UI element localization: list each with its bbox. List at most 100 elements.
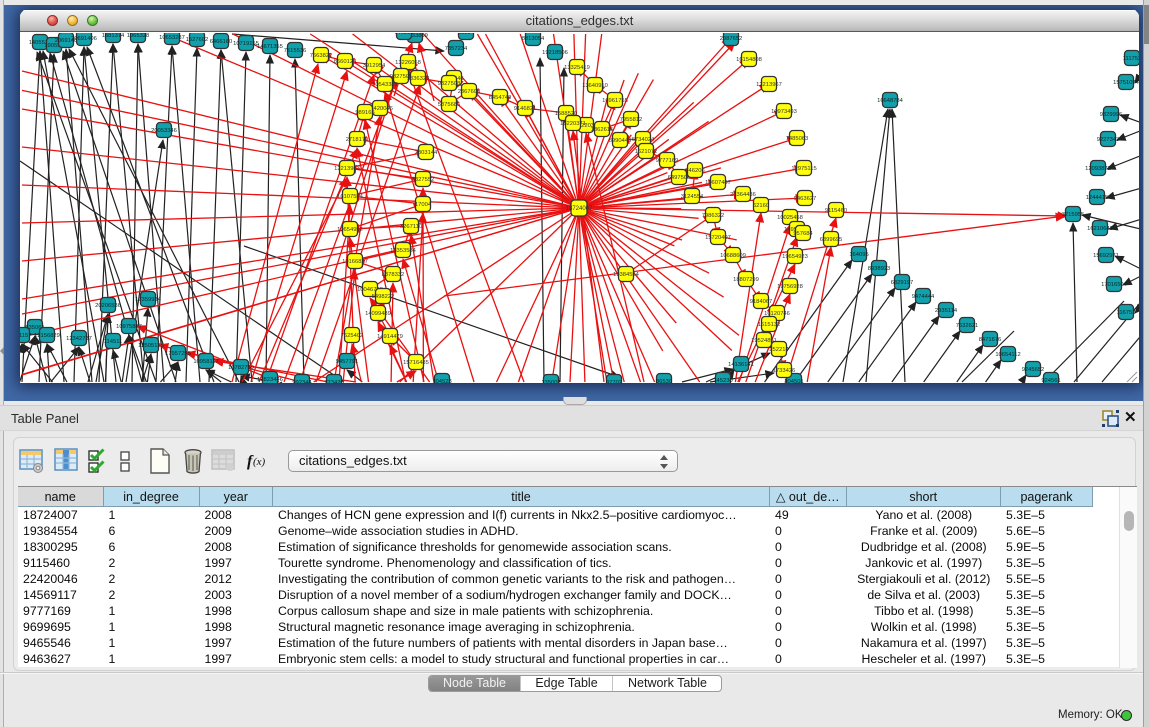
svg-text:7357234: 7357234 [445, 46, 468, 52]
svg-text:4827552: 4827552 [412, 177, 435, 183]
svg-text:12823446: 12823446 [257, 377, 283, 383]
svg-text:145230: 145230 [713, 378, 732, 383]
svg-text:6829197: 6829197 [891, 280, 914, 286]
svg-text:9245652: 9245652 [1022, 367, 1045, 373]
svg-text:924561: 924561 [1041, 378, 1060, 383]
svg-text:20691406: 20691406 [71, 36, 97, 42]
svg-text:17359934: 17359934 [135, 297, 162, 303]
svg-text:7632621: 7632621 [956, 323, 979, 329]
svg-text:7986322: 7986322 [702, 213, 725, 219]
svg-text:13226058: 13226058 [395, 60, 421, 66]
svg-text:19654952: 19654952 [337, 227, 363, 233]
svg-text:18724007: 18724007 [566, 206, 593, 212]
svg-text:104523: 104523 [432, 379, 451, 383]
svg-text:9115460: 9115460 [825, 208, 847, 214]
svg-text:16782759: 16782759 [228, 365, 254, 371]
svg-text:12213967: 12213967 [756, 82, 782, 88]
svg-text:1881374: 1881374 [102, 33, 125, 39]
svg-text:97702: 97702 [606, 380, 622, 383]
svg-text:5875685: 5875685 [438, 102, 461, 108]
svg-text:12342737: 12342737 [66, 336, 92, 342]
svg-text:18220371: 18220371 [560, 121, 586, 127]
svg-text:17016504: 17016504 [1101, 282, 1128, 288]
svg-text:9227343: 9227343 [1097, 137, 1120, 143]
svg-text:5498222: 5498222 [372, 294, 395, 300]
svg-text:10958117: 10958117 [193, 359, 218, 365]
svg-text:6466160: 6466160 [210, 39, 233, 45]
svg-text:12213963: 12213963 [334, 166, 360, 172]
svg-text:10654112: 10654112 [995, 352, 1020, 358]
svg-text:17004: 17004 [415, 202, 432, 208]
svg-text:7485063: 7485063 [786, 136, 809, 142]
svg-text:10653287: 10653287 [159, 35, 185, 41]
svg-text:9184067: 9184067 [750, 299, 773, 305]
svg-text:111753: 111753 [1123, 56, 1139, 62]
svg-text:19756928: 19756928 [777, 284, 803, 290]
svg-text:9474444: 9474444 [912, 294, 935, 300]
svg-text:7625402: 7625402 [341, 333, 364, 339]
svg-text:14914479: 14914479 [377, 334, 403, 340]
svg-text:20053346: 20053346 [151, 128, 177, 134]
svg-text:12975115: 12975115 [791, 166, 816, 172]
svg-text:8454749: 8454749 [489, 95, 512, 101]
svg-text:15692971: 15692971 [1093, 253, 1119, 259]
svg-text:1362615: 1362615 [591, 127, 614, 133]
svg-text:2087652: 2087652 [720, 36, 743, 42]
svg-text:10975887: 10975887 [116, 324, 142, 330]
svg-text:746206: 746206 [685, 168, 704, 174]
svg-text:16648784: 16648784 [877, 98, 904, 104]
svg-text:14099489: 14099489 [365, 311, 391, 317]
svg-text:204501: 204501 [784, 379, 803, 383]
svg-text:7955812: 7955812 [620, 117, 643, 123]
svg-text:116753: 116753 [1117, 310, 1136, 316]
svg-text:86530: 86530 [656, 379, 672, 383]
svg-text:252214: 252214 [769, 347, 789, 353]
svg-text:12156829: 12156829 [34, 333, 60, 339]
svg-text:7663822: 7663822 [310, 53, 333, 59]
svg-text:8990443: 8990443 [609, 138, 632, 144]
svg-text:13353584: 13353584 [390, 248, 417, 254]
svg-text:1065328: 1065328 [127, 33, 150, 39]
svg-text:3912954: 3912954 [363, 63, 386, 69]
svg-text:9457791: 9457791 [336, 359, 359, 365]
svg-text:10607487: 10607487 [705, 180, 731, 186]
svg-text:9329996: 9329996 [1100, 112, 1123, 118]
svg-text:8813054: 8813054 [522, 36, 545, 42]
svg-text:6497508: 6497508 [668, 175, 691, 181]
svg-text:992344: 992344 [292, 380, 312, 383]
svg-text:18807299: 18807299 [733, 277, 759, 283]
svg-text:8471676: 8471676 [979, 337, 1002, 343]
svg-text:(x): (x) [253, 456, 266, 468]
svg-text:2803144: 2803144 [415, 150, 438, 156]
svg-text:1244415: 1244415 [1086, 195, 1109, 201]
svg-text:1527602: 1527602 [186, 37, 209, 43]
svg-text:9777169: 9777169 [656, 158, 679, 164]
svg-text:2718179: 2718179 [346, 137, 369, 143]
svg-text:989165: 989165 [355, 110, 374, 116]
svg-text:140228: 140228 [394, 33, 413, 36]
svg-text:3215955: 3215955 [1062, 212, 1085, 218]
svg-text:20206536: 20206536 [95, 303, 121, 309]
svg-text:773426: 773426 [324, 380, 343, 383]
svg-text:19654923: 19654923 [782, 254, 808, 260]
svg-text:16210643: 16210643 [1087, 226, 1113, 232]
svg-text:2367608: 2367608 [458, 89, 481, 95]
svg-text:19218506: 19218506 [542, 50, 568, 56]
svg-text:10543382: 10543382 [372, 82, 398, 88]
svg-text:9146821: 9146821 [514, 106, 537, 112]
svg-text:17957255: 17957255 [165, 351, 191, 357]
svg-text:7515536: 7515536 [284, 48, 307, 54]
svg-text:13640910: 13640910 [582, 83, 608, 89]
svg-text:2935114: 2935114 [935, 308, 958, 314]
svg-text:85224: 85224 [458, 33, 475, 36]
svg-text:957684: 957684 [793, 231, 813, 237]
svg-text:3267110: 3267110 [400, 224, 422, 230]
svg-text:9463627: 9463627 [794, 196, 817, 202]
svg-text:9327508: 9327508 [438, 81, 461, 87]
svg-text:16961755: 16961755 [602, 98, 628, 104]
svg-text:15716485: 15716485 [403, 360, 429, 366]
svg-text:62160: 62160 [753, 203, 769, 209]
svg-text:10973493: 10973493 [771, 109, 797, 115]
svg-text:10025458: 10025458 [777, 215, 803, 221]
svg-text:14136141: 14136141 [728, 362, 754, 368]
